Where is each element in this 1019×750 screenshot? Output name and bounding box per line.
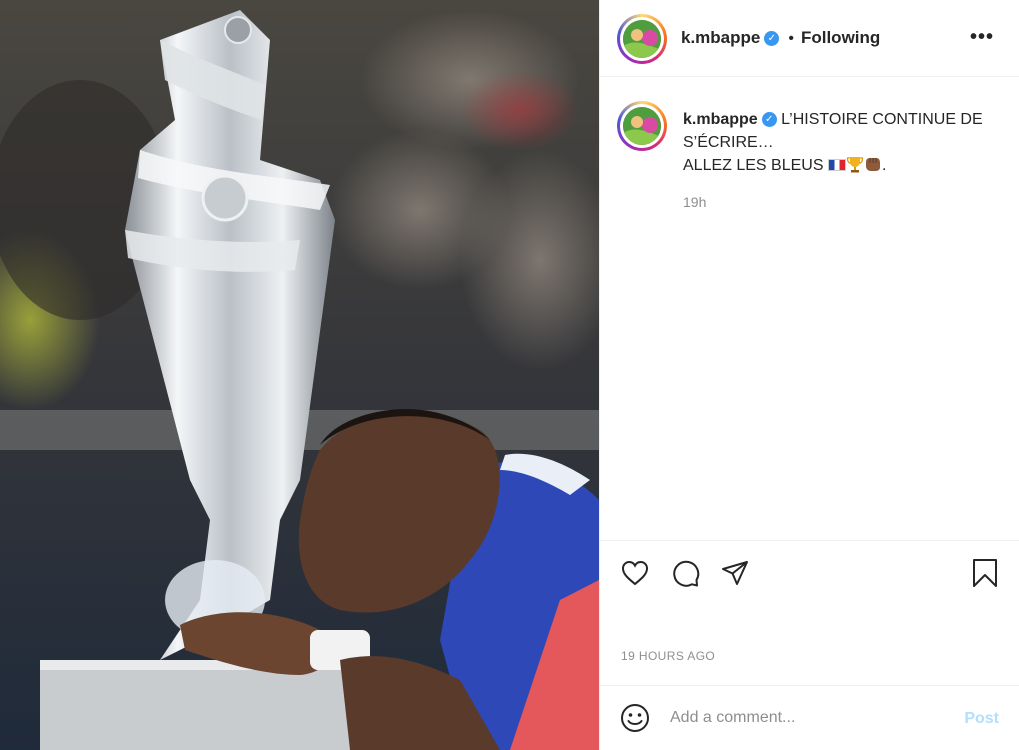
share-icon[interactable] xyxy=(720,558,750,588)
photo-illustration xyxy=(0,0,599,750)
bookmark-icon[interactable] xyxy=(970,558,1000,588)
fist-bump-icon xyxy=(865,158,880,171)
comment-bar: Post xyxy=(600,685,1019,750)
more-options-icon[interactable]: ••• xyxy=(970,26,994,49)
header-username[interactable]: k.mbappe xyxy=(681,28,760,47)
action-bar: 19 HOURS AGO xyxy=(600,540,1019,685)
caption-text: k.mbappe ✓ L’HISTOIRE CONTINUE DE S’ÉCRIR… xyxy=(683,108,1003,177)
avatar-image xyxy=(623,20,661,58)
post-header: k.mbappe ✓ • Following ••• xyxy=(600,0,1019,77)
emoji-icon[interactable] xyxy=(620,703,650,733)
avatar[interactable] xyxy=(617,14,667,64)
header-user-line: k.mbappe ✓ • Following xyxy=(681,28,880,48)
caption-line-2: ALLEZ LES BLEUS xyxy=(683,157,824,174)
heart-icon[interactable] xyxy=(620,558,650,588)
avatar-image xyxy=(623,107,661,145)
verified-icon: ✓ xyxy=(764,31,780,46)
comment-icon[interactable] xyxy=(670,558,700,588)
separator-dot: • xyxy=(788,30,794,47)
caption-relative-time[interactable]: 19h xyxy=(683,194,706,210)
verified-icon: ✓ xyxy=(761,112,777,127)
post-date[interactable]: 19 HOURS AGO xyxy=(621,649,715,663)
caption-username[interactable]: k.mbappe xyxy=(683,111,758,128)
trophy-icon xyxy=(846,157,864,173)
post-detail-panel: k.mbappe ✓ • Following ••• k.mbappe ✓ L’HIST… xyxy=(599,0,1019,750)
post-comment-button[interactable]: Post xyxy=(964,710,999,728)
flag-france-icon xyxy=(827,159,846,171)
post-photo[interactable] xyxy=(0,0,599,750)
caption-avatar[interactable] xyxy=(617,101,667,151)
comment-input[interactable] xyxy=(670,704,950,732)
caption-end: . xyxy=(881,157,887,174)
following-button[interactable]: Following xyxy=(801,28,880,47)
